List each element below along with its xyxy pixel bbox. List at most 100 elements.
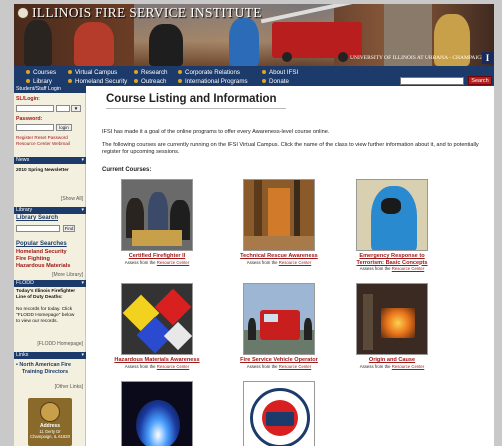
course-image[interactable]	[243, 381, 315, 446]
popular-searches-label: Popular Searches	[16, 241, 67, 247]
resource-center-link[interactable]: Resource Center	[392, 364, 424, 369]
course-image[interactable]	[243, 179, 315, 251]
collapse-icon[interactable]: ▾	[81, 352, 84, 359]
find-button[interactable]: Find	[63, 225, 75, 232]
address-block: Address 11 Gerty Dr Champaign, IL 61820	[28, 398, 72, 446]
availability-text: Assess from the Resource Center	[246, 259, 312, 265]
more-library-link[interactable]: [More Library]	[52, 272, 83, 278]
course-card	[112, 381, 202, 446]
browser-page: ILLINOIS FIRE SERVICE INSTITUTE UNIVERSI…	[14, 4, 494, 446]
flodd-title: Today's Illinois Firefighter	[16, 289, 76, 294]
popular-search-link[interactable]: Hazardous Materials	[16, 263, 70, 269]
flodd-text: No records for today. Click	[16, 307, 73, 312]
course-image[interactable]	[356, 179, 428, 251]
login-header: Student/Staff Login	[14, 86, 86, 93]
nav-item-library[interactable]: Library	[26, 78, 68, 85]
address-line: Champaign, IL 61820	[30, 434, 70, 439]
links-item[interactable]: • North American Fire	[16, 362, 71, 368]
webmail-link[interactable]: Webmail	[52, 141, 70, 146]
availability-text: Assess from the Resource Center	[246, 363, 312, 369]
course-card: Certified Firefighter II Assess from the…	[112, 179, 202, 265]
chevron-down-icon[interactable]: ▼	[71, 105, 81, 112]
news-header: News ▾	[14, 157, 86, 164]
course-image[interactable]	[121, 381, 193, 446]
university-name[interactable]: UNIVERSITY OF ILLINOIS AT URBANA - CHAMP…	[350, 55, 485, 61]
nav-item-virtual-campus[interactable]: Virtual Campus	[68, 69, 134, 76]
reset-password-link[interactable]: Reset Password	[34, 135, 67, 140]
flodd-text: "FLODD Homepage" below	[16, 313, 75, 318]
bullet-icon	[26, 70, 30, 74]
login-button[interactable]: login	[56, 124, 72, 131]
ifsi-seal-icon[interactable]	[17, 7, 29, 19]
login-domain-select[interactable]	[56, 105, 70, 112]
password-label: Password:	[16, 116, 43, 122]
resource-center-link[interactable]: Resource Center	[157, 364, 189, 369]
news-show-all-link[interactable]: [Show All]	[61, 196, 83, 202]
header-banner: ILLINOIS FIRE SERVICE INSTITUTE UNIVERSI…	[14, 4, 494, 66]
ifsi-seal-icon	[40, 402, 60, 422]
site-title[interactable]: ILLINOIS FIRE SERVICE INSTITUTE	[32, 5, 262, 21]
availability-text: Assess from the Resource Center	[124, 259, 190, 265]
course-card: Emergency Response to Terrorism: Basic C…	[347, 179, 437, 272]
intro-text: IFSI has made it a goal of the online pr…	[102, 129, 330, 135]
flodd-homepage-link[interactable]: [FLODD Homepage]	[37, 341, 83, 347]
course-image[interactable]	[121, 283, 193, 355]
popular-search-link[interactable]: Fire Fighting	[16, 256, 50, 262]
news-item[interactable]: 2010 Spring Newsletter	[16, 168, 69, 173]
description-text: The following courses are currently runn…	[102, 142, 479, 155]
course-image[interactable]	[121, 179, 193, 251]
links-item[interactable]: Training Directors	[22, 369, 68, 375]
bullet-icon	[68, 70, 72, 74]
search-button[interactable]: Search	[468, 76, 492, 85]
resource-center-link[interactable]: Resource Center	[279, 364, 311, 369]
course-card: Fire Service Vehicle Operator Assess fro…	[234, 283, 324, 369]
course-image[interactable]	[356, 283, 428, 355]
bullet-icon	[178, 70, 182, 74]
library-header: Library ▾	[14, 207, 86, 214]
collapse-icon[interactable]: ▾	[81, 280, 84, 287]
collapse-icon[interactable]: ▾	[81, 207, 84, 214]
resource-center-link[interactable]: Resource Center	[392, 266, 424, 271]
nav-item-courses[interactable]: Courses	[26, 69, 68, 76]
current-courses-label: Current Courses:	[102, 167, 152, 173]
other-links-link[interactable]: [Other Links]	[55, 384, 83, 390]
popular-search-link[interactable]: Homeland Security	[16, 249, 67, 255]
site-search-input[interactable]	[400, 77, 464, 85]
login-links: Register Reset Password	[16, 135, 68, 140]
resource-center-link[interactable]: Resource Center	[279, 260, 311, 265]
availability-text: Assess from the Resource Center	[124, 363, 190, 369]
bullet-icon	[178, 79, 182, 83]
nav-item-homeland-security[interactable]: Homeland Security	[68, 78, 134, 85]
resource-center-link[interactable]: Resource Center	[16, 141, 51, 146]
resource-center-link[interactable]: Resource Center	[157, 260, 189, 265]
login-id-input[interactable]	[16, 105, 54, 112]
nav-item-outreach[interactable]: Outreach	[134, 78, 178, 85]
availability-text: Assess from the Resource Center	[359, 266, 425, 271]
nav-item-donate[interactable]: Donate	[262, 78, 289, 85]
links-header: Links ▾	[14, 352, 86, 359]
nav-row: Library Homeland Security Outreach Inter…	[26, 76, 289, 86]
flodd-title: Line of Duty Deaths:	[16, 295, 63, 300]
library-search-label: Library Search	[16, 215, 59, 221]
password-input[interactable]	[16, 124, 54, 131]
fire-truck-image	[260, 4, 370, 62]
course-card: Origin and Cause Assess from the Resourc…	[347, 283, 437, 369]
nav-item-international-programs[interactable]: International Programs	[178, 78, 262, 85]
firefighter-image	[74, 22, 114, 66]
nav-item-corporate-relations[interactable]: Corporate Relations	[178, 69, 262, 76]
nav-item-about-ifsi[interactable]: About IFSI	[262, 69, 298, 76]
course-link[interactable]: Emergency Response to Terrorism: Basic C…	[347, 253, 437, 266]
course-image[interactable]	[243, 283, 315, 355]
bullet-icon	[262, 70, 266, 74]
university-logo-icon[interactable]: I	[482, 52, 493, 64]
library-search-input[interactable]	[16, 225, 60, 232]
firefighter-image	[24, 20, 52, 66]
register-link[interactable]: Register	[16, 135, 33, 140]
collapse-icon[interactable]: ▾	[81, 157, 84, 164]
course-card: Hazardous Materials Awareness Assess fro…	[112, 283, 202, 369]
login-links: Resource Center Webmail	[16, 141, 70, 146]
nav-item-research[interactable]: Research	[134, 69, 178, 76]
course-card: Technical Rescue Awareness Assess from t…	[234, 179, 324, 265]
main-content: Course Listing and Information IFSI has …	[90, 86, 494, 446]
flodd-text: to view our records.	[16, 319, 58, 324]
